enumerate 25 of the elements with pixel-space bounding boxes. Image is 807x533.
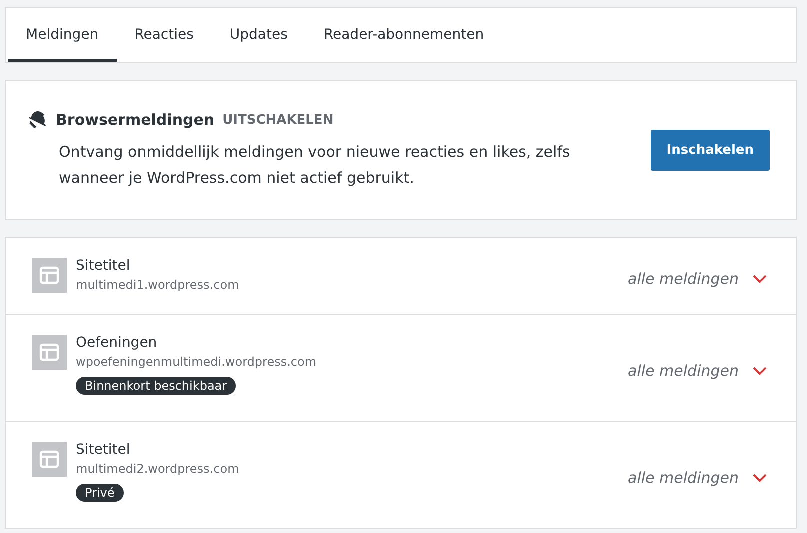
site-title: Oefeningen [76,335,158,351]
site-title: Sitetitel [76,258,132,274]
notification-setting-dropdown[interactable]: alle meldingen [628,362,767,380]
status-badge: Privé [76,484,124,502]
site-title: Sitetitel [76,442,132,458]
notification-description: Ontvang onmiddellijk meldingen voor nieuwe reacties en likes, zelfs wanneer je WordPress.com niet actief gebruikt. [59,142,572,189]
notification-title: Browsermeldingen [56,111,215,129]
chevron-down-icon [753,366,767,376]
tab[interactable]: Reader-abonnementen [306,8,502,62]
site-icon [32,258,67,293]
site-icon [32,335,67,370]
chevron-down-icon [753,474,767,482]
site-url: multimedi2.wordpress.com [76,462,240,476]
notification-setting-dropdown[interactable]: alle meldingen [628,270,767,288]
site-url: multimedi1.wordpress.com [76,278,240,292]
notification-setting-dropdown[interactable]: alle meldingen [628,469,767,487]
tab[interactable]: Meldingen [8,8,117,62]
site-icon [32,442,67,477]
tab[interactable]: Updates [212,8,306,62]
disable-link[interactable]: UITSCHAKELEN [222,112,334,128]
chevron-down-icon [753,274,767,284]
tab[interactable]: Reacties [116,8,212,62]
status-badge: Binnenkort beschikbaar [76,377,236,395]
enable-button[interactable]: Inschakelen [650,130,770,170]
site-url: wpoefeningenmultimedi.wordpress.com [76,355,318,369]
